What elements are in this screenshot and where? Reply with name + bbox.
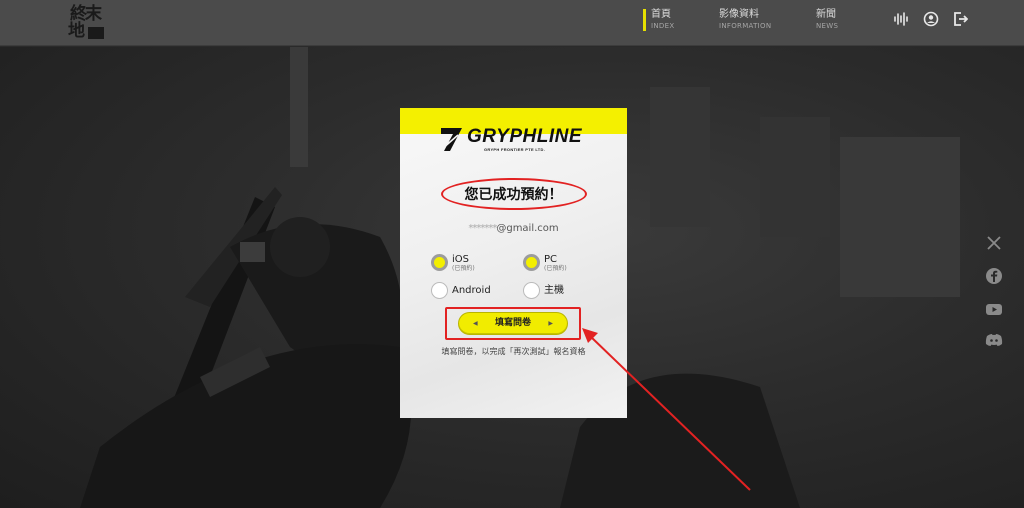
annotation-box [445, 307, 581, 340]
radio-ios[interactable] [431, 254, 448, 271]
facebook-icon[interactable] [985, 267, 1003, 285]
nav-index[interactable]: 首頁 INDEX [642, 9, 674, 33]
nav-news[interactable]: 新聞 NEWS [816, 9, 838, 33]
platform-ios: iOS (已預約) [452, 254, 475, 272]
radio-android[interactable] [431, 282, 448, 299]
brand-name: GRYPHLINE [467, 126, 583, 147]
youtube-icon[interactable] [985, 300, 1003, 318]
platform-console: 主機 [544, 285, 564, 296]
platform-pc: PC (已預約) [544, 254, 567, 272]
game-logo[interactable]: 終末 地 [66, 4, 106, 42]
nav-information[interactable]: 影像資料 INFORMATION [719, 9, 771, 33]
radio-pc[interactable] [523, 254, 540, 271]
site-header: 終末 地 首頁 INDEX 影像資料 INFORMATION 新聞 NEWS [0, 0, 1024, 46]
reservation-success-modal: GRYPHLINE GRYPH FRONTIER PTE LTD. 您已成功預約… [400, 108, 627, 418]
discord-icon[interactable] [985, 331, 1003, 349]
audio-icon[interactable] [893, 11, 909, 27]
radio-console[interactable] [523, 282, 540, 299]
account-icon[interactable] [923, 11, 939, 27]
survey-hint: 填寫問卷，以完成「再次測試」報名資格 [441, 347, 586, 356]
email-display: *******@gmail.com [468, 223, 559, 234]
gryphline-logo-icon [441, 128, 462, 151]
annotation-circle [441, 178, 587, 210]
logout-icon[interactable] [952, 11, 968, 27]
platform-android: Android [452, 285, 491, 296]
brand-subtitle: GRYPH FRONTIER PTE LTD. [484, 147, 546, 152]
x-icon[interactable] [985, 234, 1003, 252]
